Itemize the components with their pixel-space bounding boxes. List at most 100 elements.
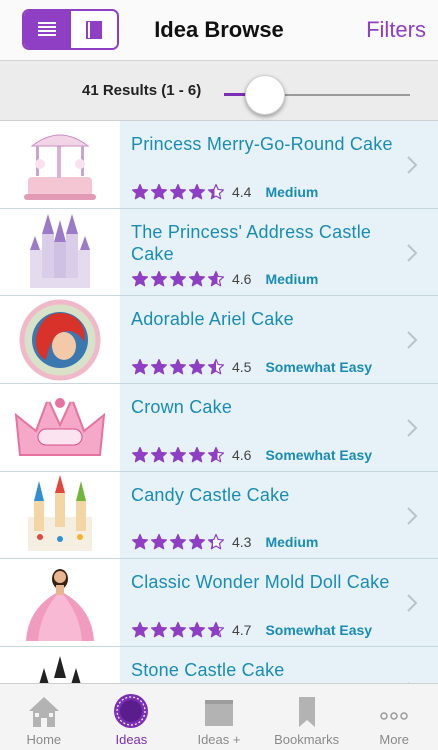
list-item-info: Stone Castle Cake xyxy=(120,647,438,683)
list-item-info: The Princess' Address Castle Cake 4.6 Medi… xyxy=(120,208,438,296)
list-item[interactable]: Classic Wonder Mold Doll Cake 4.7 Somewhat… xyxy=(0,559,438,648)
circle-badge-icon xyxy=(114,694,149,728)
star-icon xyxy=(150,271,168,287)
tab-more-label: More xyxy=(379,732,409,747)
list-item-info: Candy Castle Cake 4.3 Medium xyxy=(120,471,438,559)
results-count: 41 Results (1 - 6) xyxy=(82,82,202,99)
house-icon xyxy=(28,697,59,727)
star-icon xyxy=(169,446,187,463)
star-icon xyxy=(169,622,187,638)
filters-button[interactable]: Filters xyxy=(366,17,426,43)
star-icon xyxy=(188,534,206,550)
list-item-title: Princess Merry-Go-Round Cake xyxy=(131,134,393,154)
star-icon xyxy=(188,622,206,638)
tab-ideas[interactable]: Ideas xyxy=(88,684,176,750)
rating-stars xyxy=(131,270,226,288)
list-item-thumbnail xyxy=(0,559,120,647)
list-item[interactable]: Candy Castle Cake 4.3 Medium xyxy=(0,471,438,560)
list-item[interactable]: Princess Merry-Go-Round Cake 4.4 Medium xyxy=(0,121,438,209)
chevron-right-icon xyxy=(407,419,418,437)
difficulty-label: Medium xyxy=(265,183,319,200)
list-item-info: Adorable Ariel Cake 4.5 Somewhat Easy xyxy=(120,296,438,384)
star-icon xyxy=(188,183,206,200)
rating-score: 4.6 xyxy=(232,446,252,463)
nav-bar: Idea Browse Filters xyxy=(0,0,438,61)
rating: 4.6 Somewhat Easy xyxy=(131,446,372,464)
difficulty-label: Somewhat Easy xyxy=(265,446,373,463)
rating-score: 4.4 xyxy=(232,183,252,200)
tab-ideas-plus[interactable]: Ideas + xyxy=(175,684,263,750)
difficulty-label: Somewhat Easy xyxy=(265,622,373,639)
rating-stars xyxy=(131,446,226,464)
list-item-title: Classic Wonder Mold Doll Cake xyxy=(131,572,390,593)
list-item-thumbnail xyxy=(0,296,120,384)
box-icon xyxy=(204,700,233,726)
star-icon xyxy=(131,446,149,463)
more-dots-icon xyxy=(380,712,408,720)
bookmark-icon xyxy=(298,697,315,727)
difficulty-label: Medium xyxy=(265,534,319,551)
star-icon xyxy=(150,446,168,463)
star-icon xyxy=(131,271,149,287)
rating-score: 4.7 xyxy=(232,622,252,639)
rating-score: 4.6 xyxy=(232,271,252,288)
list-item-info: Classic Wonder Mold Doll Cake 4.7 Somewhat… xyxy=(120,559,438,647)
star-icon xyxy=(188,358,206,375)
star-icon xyxy=(150,183,168,200)
tab-ideas-label: Ideas xyxy=(115,732,148,747)
rating: 4.7 Somewhat Easy xyxy=(131,621,372,639)
star-icon xyxy=(131,183,149,200)
doll-cake-image xyxy=(26,568,94,641)
list-item[interactable]: The Princess' Address Castle Cake 4.6 Medi… xyxy=(0,208,438,297)
tab-more[interactable]: More xyxy=(350,684,438,750)
star-icon xyxy=(169,534,187,550)
rating: 4.3 Medium xyxy=(131,533,318,551)
carousel-cake-image xyxy=(24,134,96,201)
list-item-thumbnail xyxy=(0,208,120,296)
star-icon xyxy=(207,446,225,463)
star-icon xyxy=(131,622,149,638)
rating-stars xyxy=(131,533,226,551)
star-icon xyxy=(131,358,149,375)
crown-cake-image xyxy=(14,396,106,457)
star-icon xyxy=(188,271,206,287)
tab-bar: Home Ideas Ideas + Bookmarks More xyxy=(0,683,438,750)
list-item-thumbnail xyxy=(0,121,120,208)
list-item-title: Crown Cake xyxy=(131,397,233,418)
star-icon xyxy=(150,622,168,638)
stone-castle-image xyxy=(39,656,81,683)
star-icon xyxy=(207,534,225,550)
list-item-thumbnail xyxy=(0,384,120,471)
list-item-thumbnail xyxy=(0,471,120,559)
tab-bookmarks[interactable]: Bookmarks xyxy=(263,684,351,750)
star-icon xyxy=(169,271,187,287)
rating: 4.4 Medium xyxy=(131,183,318,201)
results-slider-bar: 41 Results (1 - 6) xyxy=(0,61,438,121)
list-item-title: The Princess' Address Castle Cake xyxy=(131,221,372,264)
rating-score: 4.3 xyxy=(232,534,252,551)
list-item[interactable]: Stone Castle Cake xyxy=(0,647,438,683)
star-icon xyxy=(150,534,168,550)
candy-castle-image xyxy=(28,475,92,552)
list-item-title: Stone Castle Cake xyxy=(131,660,285,681)
tab-bookmarks-label: Bookmarks xyxy=(274,732,340,747)
list-item-title: Adorable Ariel Cake xyxy=(131,309,294,330)
chevron-right-icon xyxy=(407,331,418,350)
chevron-right-icon xyxy=(407,243,418,262)
list-item-title: Candy Castle Cake xyxy=(131,484,290,505)
rating-score: 4.5 xyxy=(232,359,252,376)
rating: 4.6 Medium xyxy=(131,270,318,288)
list-item-info: Princess Merry-Go-Round Cake 4.4 Medium xyxy=(120,121,438,208)
star-icon xyxy=(169,183,187,200)
rating-stars xyxy=(131,358,226,376)
slider-thumb[interactable] xyxy=(244,75,285,115)
rating: 4.5 Somewhat Easy xyxy=(131,358,372,376)
difficulty-label: Somewhat Easy xyxy=(265,359,373,376)
idea-list[interactable]: Princess Merry-Go-Round Cake 4.4 Medium The… xyxy=(0,121,438,683)
list-item[interactable]: Adorable Ariel Cake 4.5 Somewhat Easy xyxy=(0,296,438,385)
list-item[interactable]: Crown Cake 4.6 Somewhat Easy xyxy=(0,384,438,472)
rating-stars xyxy=(131,183,226,201)
tab-home[interactable]: Home xyxy=(0,684,88,750)
star-icon xyxy=(169,358,187,375)
chevron-right-icon xyxy=(407,156,418,174)
